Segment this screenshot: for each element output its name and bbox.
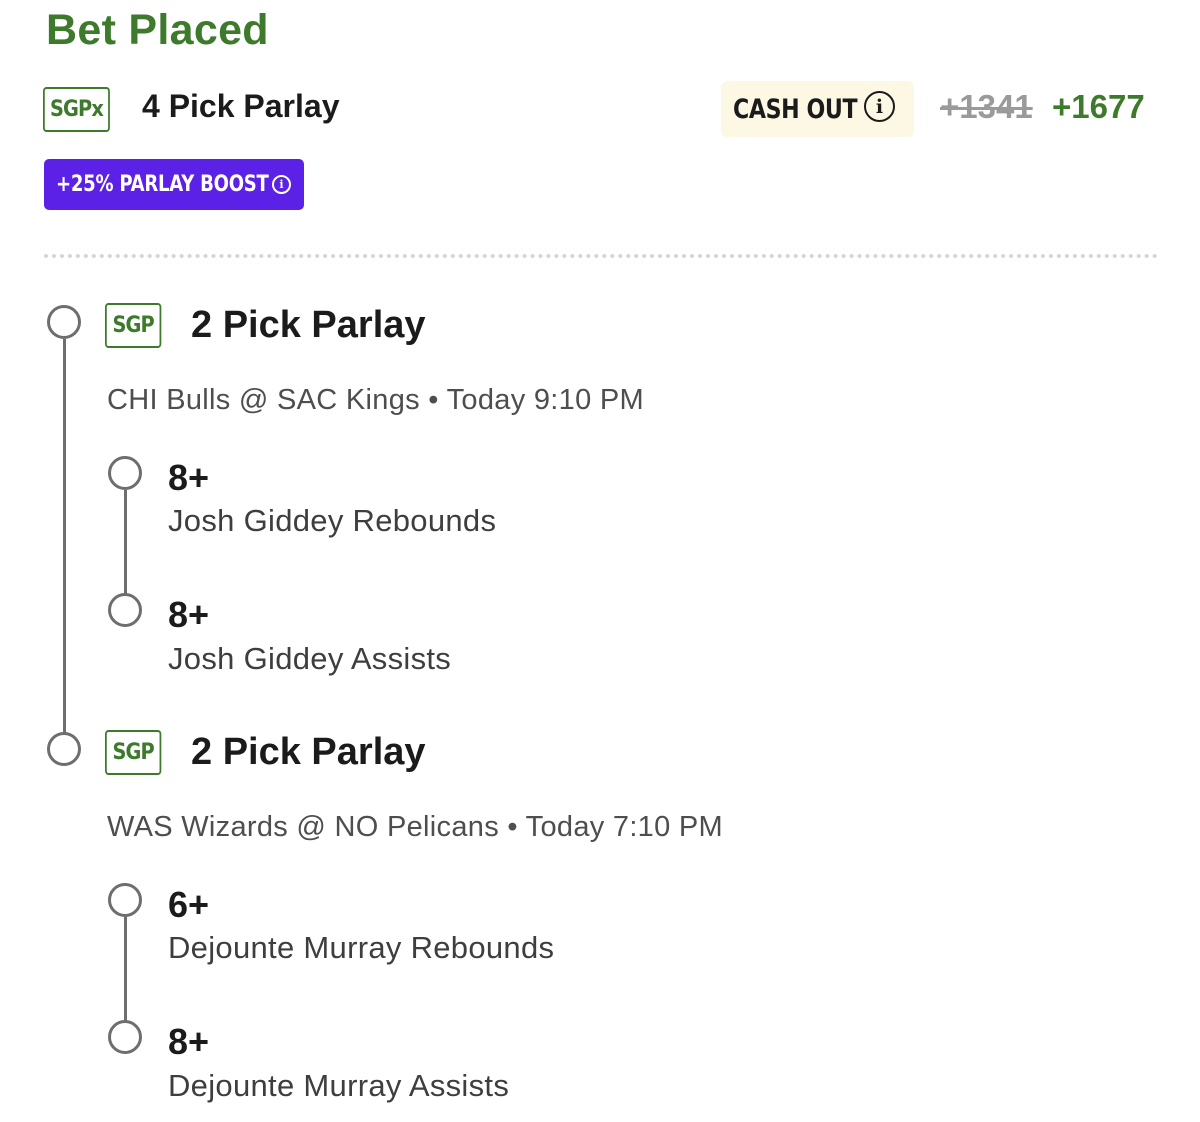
game-time: Today 7:10 PM xyxy=(525,811,723,843)
boost-info-icon[interactable]: i xyxy=(272,175,291,194)
sgp-badge: SGP xyxy=(105,730,162,775)
game-time: Today 9:10 PM xyxy=(446,384,644,416)
game-info: CHI Bulls @ SAC Kings • Today 9:10 PM xyxy=(107,384,644,417)
parlay-boost-badge[interactable]: +25% PARLAY BOOST xyxy=(44,159,304,210)
picks-timeline-line xyxy=(124,490,127,595)
leg-status-circle xyxy=(47,732,81,766)
pick-description: Dejounte Murray Assists xyxy=(168,1068,510,1103)
game-matchup: CHI Bulls @ SAC Kings xyxy=(107,384,420,416)
pick-status-circle xyxy=(108,593,142,627)
pick-description: Josh Giddey Assists xyxy=(168,641,452,676)
picks-timeline-line xyxy=(124,917,127,1022)
sgp-badge: SGP xyxy=(105,303,162,348)
leg-title: 2 Pick Parlay xyxy=(191,304,426,346)
pick-description: Josh Giddey Rebounds xyxy=(168,503,497,538)
game-matchup: WAS Wizards @ NO Pelicans xyxy=(107,811,499,843)
pick-line: 8+ xyxy=(168,457,210,498)
pick-line: 6+ xyxy=(168,884,210,925)
cash-out-label: CASH OUT xyxy=(733,93,858,125)
pick-status-circle xyxy=(108,456,142,490)
page-title: Bet Placed xyxy=(46,6,269,54)
pick-line: 8+ xyxy=(168,594,210,635)
sgpx-badge: SGPx xyxy=(43,87,110,132)
leg-title: 2 Pick Parlay xyxy=(191,731,426,773)
info-icon[interactable]: i xyxy=(864,91,895,122)
separator-dot: • xyxy=(419,384,447,416)
pick-status-circle xyxy=(108,883,142,917)
original-odds: +1341 xyxy=(940,88,1033,125)
boosted-odds: +1677 xyxy=(1052,88,1145,125)
separator-dot: • xyxy=(499,811,526,843)
legs-timeline-line xyxy=(63,339,66,734)
pick-line: 8+ xyxy=(168,1021,210,1062)
pick-description: Dejounte Murray Rebounds xyxy=(168,930,555,965)
leg-status-circle xyxy=(47,305,81,339)
dotted-divider xyxy=(44,254,1158,258)
game-info: WAS Wizards @ NO Pelicans • Today 7:10 P… xyxy=(107,811,723,844)
parlay-boost-label: +25% PARLAY BOOST xyxy=(56,172,269,197)
pick-status-circle xyxy=(108,1020,142,1054)
bet-name: 4 Pick Parlay xyxy=(142,88,340,124)
